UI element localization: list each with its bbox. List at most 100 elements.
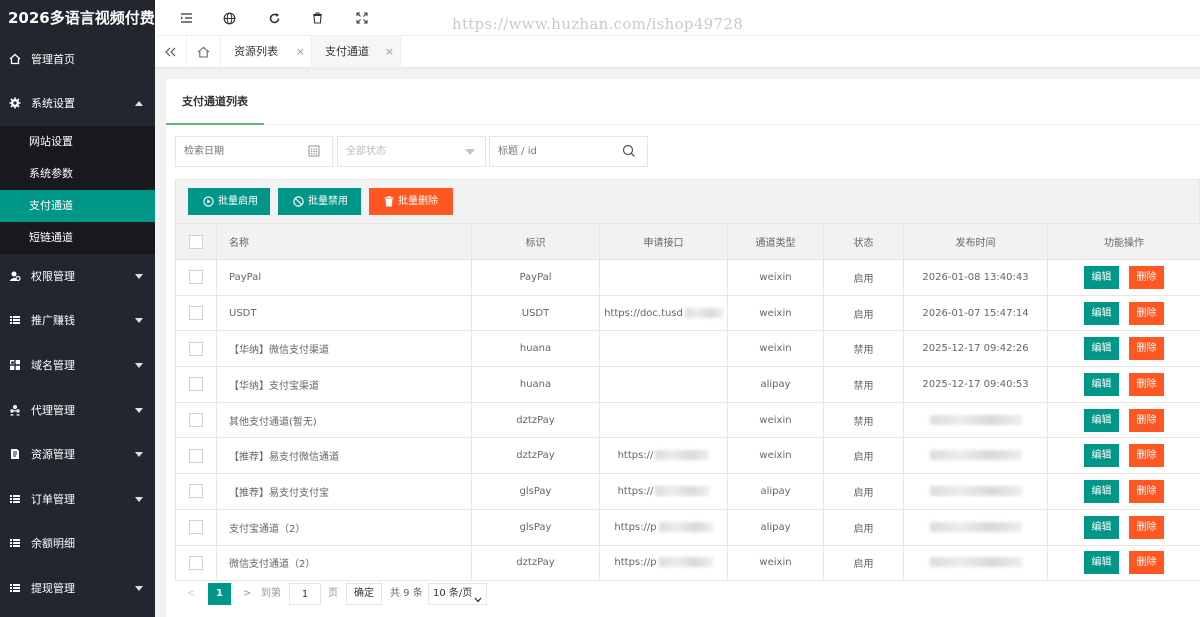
sidebar-item-resources[interactable]: 资源管理 (0, 432, 155, 477)
fullscreen-icon[interactable] (353, 9, 371, 27)
row-checkbox[interactable] (189, 520, 203, 535)
sidebar-item-domains[interactable]: 域名管理 (0, 343, 155, 388)
delete-button[interactable]: 删除 (1129, 479, 1164, 503)
delete-button[interactable]: 删除 (1129, 301, 1164, 325)
row-checkbox[interactable] (189, 555, 203, 570)
api-text: https://doc.tusd (604, 307, 683, 319)
row-actions-cell: 编辑 删除 (1047, 366, 1200, 403)
sidebar-item-label: 资源管理 (31, 448, 75, 462)
row-checkbox[interactable] (189, 377, 203, 392)
chevron-down-icon (135, 318, 143, 324)
sidebar-item-balance[interactable]: 余额明细 (0, 521, 155, 566)
sidebar-subitem-payment-channels[interactable]: 支付通道 (0, 189, 155, 222)
edit-button[interactable]: 编辑 (1084, 515, 1119, 539)
tab-resource-list[interactable]: 资源列表 × (221, 36, 312, 68)
sidebar-subitem-system-params[interactable]: 系统参数 (0, 158, 155, 190)
double-chevron-left-icon[interactable] (155, 36, 187, 68)
batch-enable-button[interactable]: 批量启用 (188, 188, 270, 215)
delete-button[interactable]: 删除 (1129, 337, 1164, 361)
sidebar-item-agents[interactable]: 代理管理 (0, 387, 155, 432)
delete-button[interactable]: 删除 (1129, 408, 1164, 432)
globe-icon[interactable] (220, 9, 238, 27)
close-icon[interactable]: × (296, 36, 305, 68)
publish-time-cell (903, 544, 1048, 582)
confirm-goto-button[interactable]: 确定 (346, 583, 382, 605)
edit-button[interactable]: 编辑 (1084, 372, 1119, 396)
tab-payment-channel-list[interactable]: 支付通道列表 (166, 79, 264, 125)
channel-code: glsPay (471, 508, 600, 546)
delete-button[interactable]: 删除 (1129, 551, 1164, 575)
delete-button[interactable]: 删除 (1129, 265, 1164, 289)
table-row: 支付宝通道（2） glsPay https://p alipay 启用 编辑 删除 (175, 508, 1200, 546)
row-checkbox[interactable] (189, 448, 203, 463)
delete-button[interactable]: 删除 (1129, 515, 1164, 539)
status-badge: 启用 (823, 473, 904, 510)
channel-code: glsPay (471, 473, 600, 510)
channel-name: 【推荐】易支付微信通道 (216, 437, 472, 475)
menu-fold-icon[interactable] (177, 9, 195, 27)
row-checkbox[interactable] (189, 484, 203, 499)
row-checkbox[interactable] (189, 341, 203, 356)
edit-button[interactable]: 编辑 (1084, 444, 1119, 468)
close-icon[interactable]: × (385, 36, 394, 68)
sidebar-item-withdrawals[interactable]: 提现管理 (0, 566, 155, 611)
edit-button[interactable]: 编辑 (1084, 301, 1119, 325)
sidebar-item-promotion[interactable]: 推广赚钱 (0, 298, 155, 343)
sidebar-item-permissions[interactable]: 权限管理 (0, 254, 155, 299)
page-1-button[interactable]: 1 (208, 583, 231, 605)
chevron-down-icon (135, 496, 143, 502)
top-header: https://www.huzhan.com/ishop49728 (155, 0, 1200, 36)
next-page-button[interactable]: > (243, 583, 251, 605)
col-header-api: 申请接口 (599, 223, 728, 260)
channel-code: huana (471, 330, 600, 368)
publish-time-cell (903, 401, 1048, 439)
col-header-name: 名称 (216, 223, 472, 260)
status-select[interactable]: 全部状态 (337, 136, 486, 167)
home-tab-icon[interactable] (187, 36, 221, 68)
table-row: PayPal PayPal weixin 启用 2026-01-08 13:40:43 编… (175, 259, 1200, 296)
row-select-cell (175, 294, 217, 332)
trash-icon[interactable] (308, 9, 326, 27)
edit-button[interactable]: 编辑 (1084, 479, 1119, 503)
payment-channel-table: 名称 标识 申请接口 通道类型 状态 发布时间 功能操作 PayPal PayPa… (175, 223, 1200, 582)
goto-page-input[interactable] (289, 583, 321, 605)
sidebar-item-system-settings[interactable]: 系统设置 (0, 81, 155, 126)
api-text: https://p (614, 557, 657, 569)
delete-button[interactable]: 删除 (1129, 444, 1164, 468)
refresh-icon[interactable] (265, 9, 283, 27)
batch-toolbar: 批量启用 批量禁用 批量删除 (175, 179, 1200, 224)
page-size-select[interactable]: 10 条/页 (428, 583, 487, 605)
sidebar-item-home[interactable]: 管理首页 (0, 36, 155, 81)
search-icon[interactable] (622, 144, 636, 161)
row-checkbox[interactable] (189, 413, 203, 428)
edit-button[interactable]: 编辑 (1084, 337, 1119, 361)
select-all-checkbox[interactable] (189, 234, 203, 249)
sidebar-item-label: 余额明细 (31, 537, 75, 551)
row-checkbox[interactable] (189, 270, 203, 285)
edit-button[interactable]: 编辑 (1084, 265, 1119, 289)
sidebar-subitem-site-settings[interactable]: 网站设置 (0, 126, 155, 158)
list-icon (8, 581, 22, 595)
row-actions-cell: 编辑 删除 (1047, 508, 1200, 546)
delete-button[interactable]: 删除 (1129, 372, 1164, 396)
list-icon (8, 492, 22, 506)
sidebar-item-label: 管理首页 (31, 52, 75, 66)
sidebar-subitem-shortlink-channels[interactable]: 短链通道 (0, 222, 155, 254)
row-checkbox[interactable] (189, 306, 203, 321)
chevron-up-icon (135, 101, 143, 107)
channel-name: 【推荐】易支付支付宝 (216, 473, 472, 510)
table-row: USDT USDT https://doc.tusd weixin 启用 2026-01-… (175, 294, 1200, 332)
row-actions-cell: 编辑 删除 (1047, 473, 1200, 510)
batch-delete-button[interactable]: 批量删除 (369, 188, 453, 215)
channel-api-cell (599, 259, 728, 296)
prev-page-button[interactable]: < (187, 583, 195, 605)
edit-button[interactable]: 编辑 (1084, 551, 1119, 575)
sidebar-item-orders[interactable]: 订单管理 (0, 477, 155, 522)
batch-disable-button[interactable]: 批量禁用 (278, 188, 361, 215)
col-header-actions: 功能操作 (1047, 223, 1200, 260)
chevron-down-icon (135, 273, 143, 279)
publish-time-cell: 2026-01-07 15:47:14 (903, 294, 1048, 332)
tab-payment-channels[interactable]: 支付通道 × (312, 36, 401, 68)
channel-name: 支付宝通道（2） (216, 508, 472, 546)
edit-button[interactable]: 编辑 (1084, 408, 1119, 432)
